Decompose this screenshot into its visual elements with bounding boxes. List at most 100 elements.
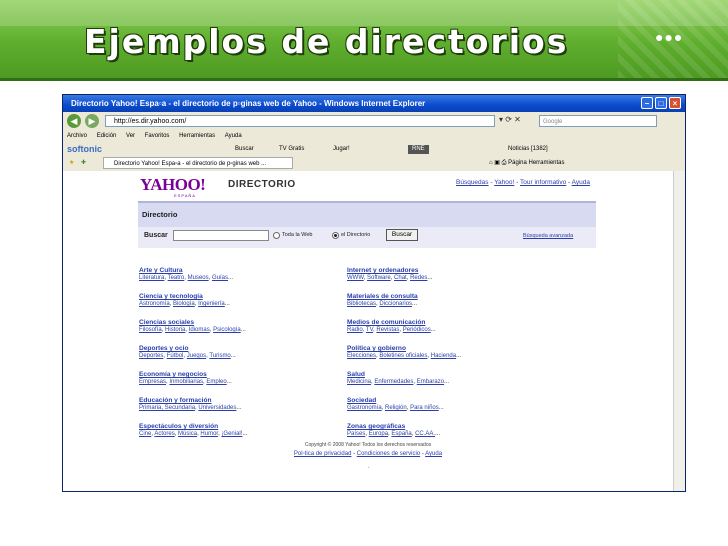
menu-archivo[interactable]: Archivo [67, 133, 87, 139]
print-icon[interactable]: ⎙ [502, 160, 507, 166]
subcategory-link[interactable]: Biología [173, 301, 195, 307]
subcategory-link[interactable]: Deportes [139, 353, 163, 359]
home-icon[interactable]: ⌂ [489, 160, 493, 166]
subcategory-link[interactable]: España [391, 431, 411, 437]
subcategory-link[interactable]: Idiomas [189, 327, 210, 333]
subcategory-link[interactable]: Religión [385, 405, 407, 411]
radio-toda-la-web[interactable] [273, 232, 280, 239]
search-input[interactable] [173, 230, 269, 241]
subcategory-link[interactable]: Universidades [198, 405, 236, 411]
subcategory-link[interactable]: Elecciones [347, 353, 376, 359]
subcategory-link[interactable]: Embarazo [417, 379, 444, 385]
subcategory-link[interactable]: Empresas [139, 379, 166, 385]
address-input[interactable]: http://es.dir.yahoo.com/ [105, 115, 495, 127]
terms-link[interactable]: Condiciones de servicio [357, 451, 420, 457]
back-button[interactable]: ◀ [67, 114, 81, 128]
subcategory-link[interactable]: Cine [139, 431, 151, 437]
maximize-button[interactable]: □ [655, 97, 667, 109]
toolbar-search-button[interactable]: Buscar [235, 143, 254, 156]
category-title-link[interactable]: Ciencia y tecnología [139, 293, 230, 300]
subcategory-link[interactable]: Software [367, 275, 391, 281]
radio-directorio[interactable] [332, 232, 339, 239]
category-title-link[interactable]: Educación y formación [139, 397, 241, 404]
subcategory-link[interactable]: Empleo [206, 379, 226, 385]
menu-ayuda[interactable]: Ayuda [225, 133, 242, 139]
subcategory-link[interactable]: Enfermedades [374, 379, 413, 385]
subcategory-link[interactable]: Primaria, Secundaria [139, 405, 195, 411]
category-title-link[interactable]: Arte y Cultura [139, 267, 233, 274]
category-title-link[interactable]: Sociedad [347, 397, 444, 404]
subcategory-link[interactable]: Actores [154, 431, 174, 437]
subcategory-link[interactable]: CC.AA. [415, 431, 435, 437]
subcategory-link[interactable]: Chat [394, 275, 407, 281]
link-ayuda[interactable]: Ayuda [572, 179, 590, 186]
subcategory-link[interactable]: Para niños [410, 405, 439, 411]
subcategory-link[interactable]: Humor [200, 431, 218, 437]
feeds-icon[interactable]: ▣ [494, 160, 500, 166]
favorites-star-icon[interactable]: ★ [69, 156, 74, 170]
subcategory-link[interactable]: Turismo [209, 353, 230, 359]
search-button[interactable]: Buscar [386, 229, 418, 241]
subcategory-link[interactable]: Diccionarios [379, 301, 412, 307]
toolbar-tv-button[interactable]: TV Gratis [279, 143, 304, 156]
subcategory-link[interactable]: Periódicos [403, 327, 431, 333]
page-scrollbar[interactable] [673, 171, 685, 491]
forward-button[interactable]: ▶ [85, 114, 99, 128]
subcategory-link[interactable]: Fútbol [167, 353, 184, 359]
category-title-link[interactable]: Internet y ordenadores [347, 267, 432, 274]
refresh-stop-icons[interactable]: ▾ ⟳ ✕ [499, 115, 521, 124]
link-tour[interactable]: Tour informativo [520, 179, 566, 186]
subcategory-link[interactable]: Museos [188, 275, 209, 281]
menu-ver[interactable]: Ver [126, 133, 135, 139]
tools-menu[interactable]: Herramientas [528, 160, 564, 166]
category-title-link[interactable]: Materiales de consulta [347, 293, 418, 300]
subcategory-link[interactable]: Radio [347, 327, 363, 333]
menu-favoritos[interactable]: Favoritos [145, 133, 170, 139]
category-title-link[interactable]: Ciencias sociales [139, 319, 246, 326]
subcategory-link[interactable]: Ingeniería [198, 301, 225, 307]
help-link[interactable]: Ayuda [425, 451, 442, 457]
toolbar-news-button[interactable]: Noticias [1382] [508, 143, 548, 156]
subcategory-link[interactable]: Boletines oficiales [379, 353, 427, 359]
subcategory-link[interactable]: TV [366, 327, 373, 333]
subcategory-link[interactable]: Revistas [376, 327, 399, 333]
category-title-link[interactable]: Espectáculos y diversión [139, 423, 247, 430]
subcategory-link[interactable]: Literatura [139, 275, 164, 281]
yahoo-logo[interactable]: YAHOO! [140, 175, 206, 195]
link-busquedas[interactable]: Búsquedas [456, 179, 489, 186]
link-yahoo[interactable]: Yahoo! [494, 179, 514, 186]
category-title-link[interactable]: Medios de comunicación [347, 319, 436, 326]
search-provider-input[interactable]: Google [539, 115, 657, 127]
subcategory-link[interactable]: Europa [369, 431, 388, 437]
menu-herramientas[interactable]: Herramientas [179, 133, 215, 139]
toolbar-games-button[interactable]: Jugar! [333, 143, 350, 156]
subcategory-link[interactable]: Países [347, 431, 365, 437]
subcategory-link[interactable]: ¡Genial! [221, 431, 242, 437]
subcategory-link[interactable]: Hacienda [431, 353, 456, 359]
advanced-search-link[interactable]: Búsqueda avanzada [523, 233, 573, 239]
add-favorite-icon[interactable]: ✚ [81, 156, 86, 170]
category-title-link[interactable]: Zonas geográficas [347, 423, 440, 430]
subcategory-link[interactable]: Juegos [187, 353, 206, 359]
subcategory-link[interactable]: Guías [212, 275, 228, 281]
subcategory-link[interactable]: Gastronomía [347, 405, 382, 411]
menu-edicion[interactable]: Edición [97, 133, 117, 139]
subcategory-link[interactable]: Música [178, 431, 197, 437]
subcategory-link[interactable]: Astronomía [139, 301, 170, 307]
category-title-link[interactable]: Economía y negocios [139, 371, 232, 378]
toolbar-radio-player[interactable]: RNE [408, 145, 429, 154]
subcategory-link[interactable]: Medicina [347, 379, 371, 385]
category-title-link[interactable]: Política y gobierno [347, 345, 461, 352]
privacy-link[interactable]: Pol▫tica de privacidad [294, 451, 352, 457]
subcategory-link[interactable]: Bibliotecas [347, 301, 376, 307]
category-title-link[interactable]: Deportes y ocio [139, 345, 236, 352]
page-menu[interactable]: Página [508, 160, 527, 166]
category-title-link[interactable]: Salud [347, 371, 449, 378]
browser-tab[interactable]: Directorio Yahoo! Espa▫a - el directorio… [103, 157, 293, 169]
subcategory-link[interactable]: Teatro [168, 275, 185, 281]
subcategory-link[interactable]: Redes [410, 275, 427, 281]
subcategory-link[interactable]: WWW [347, 275, 364, 281]
minimize-button[interactable]: – [641, 97, 653, 109]
subcategory-link[interactable]: Inmobiliarias [169, 379, 203, 385]
subcategory-link[interactable]: Historia [165, 327, 185, 333]
